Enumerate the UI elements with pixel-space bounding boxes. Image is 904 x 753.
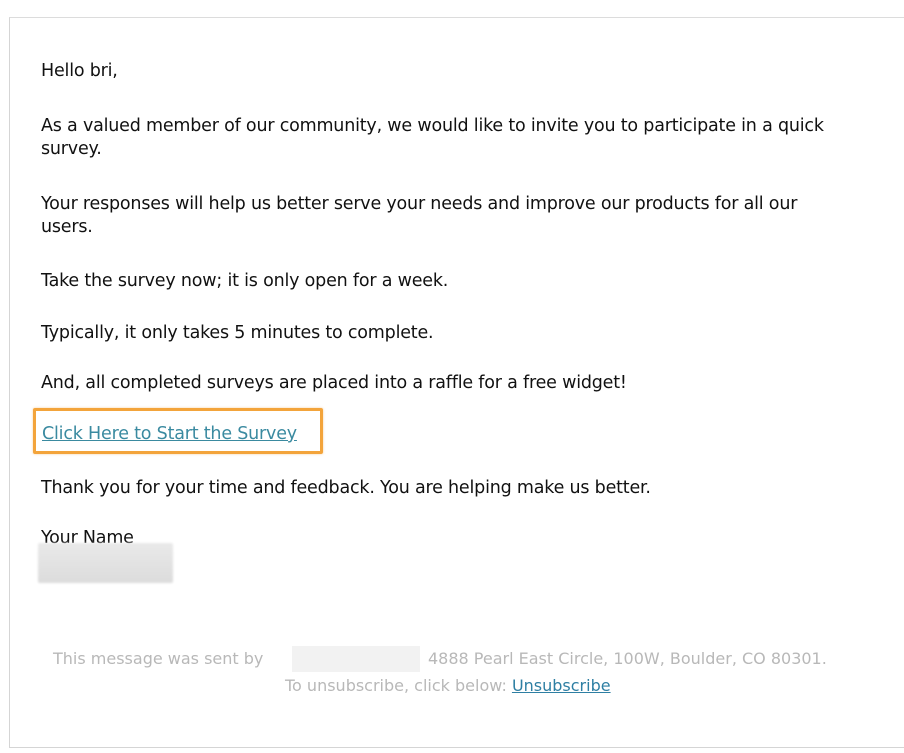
responses-paragraph-line2: users. <box>41 217 93 237</box>
raffle-paragraph: And, all completed surveys are placed in… <box>41 373 627 393</box>
redacted-signature <box>38 543 173 583</box>
open-duration-paragraph: Take the survey now; it is only open for… <box>41 271 449 291</box>
thanks-paragraph: Thank you for your time and feedback. Yo… <box>41 478 651 498</box>
responses-paragraph-line1: Your responses will help us better serve… <box>41 194 798 214</box>
greeting: Hello bri, <box>41 61 118 81</box>
footer-sent-by: This message was sent by <box>53 649 264 668</box>
start-survey-link[interactable]: Click Here to Start the Survey <box>42 423 297 446</box>
invite-paragraph-line2: survey. <box>41 139 102 159</box>
redacted-sender <box>292 646 420 672</box>
duration-paragraph: Typically, it only takes 5 minutes to co… <box>41 323 434 343</box>
unsubscribe-link[interactable]: Unsubscribe <box>512 676 611 695</box>
footer-unsubscribe-line: To unsubscribe, click below: Unsubscribe <box>285 676 611 696</box>
unsubscribe-prefix: To unsubscribe, click below: <box>285 676 507 695</box>
invite-paragraph-line1: As a valued member of our community, we … <box>41 116 824 136</box>
footer-address: 4888 Pearl East Circle, 100W, Boulder, C… <box>428 649 827 668</box>
